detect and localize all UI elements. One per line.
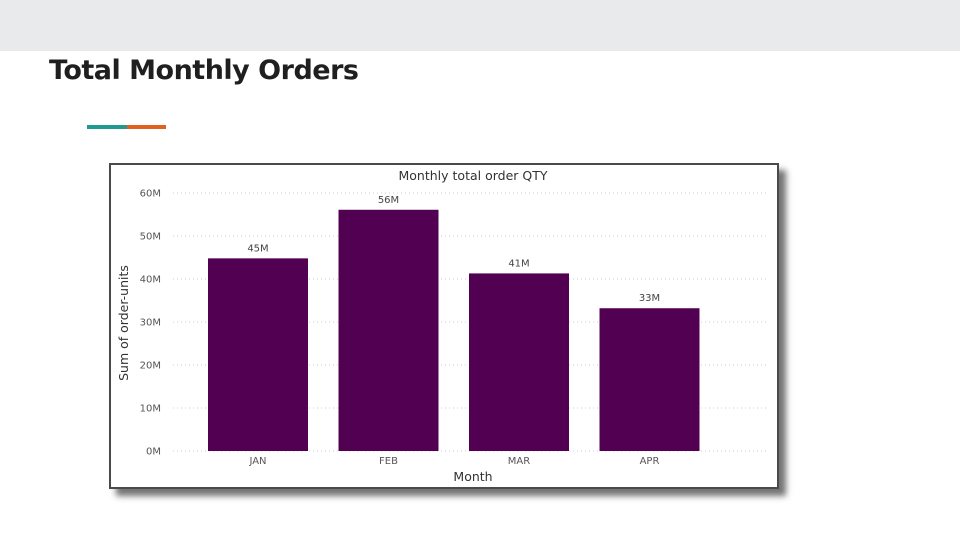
accent-line-orange (127, 125, 166, 129)
y-tick-label: 0M (146, 447, 161, 458)
y-tick-label: 40M (140, 275, 161, 286)
bar-jan (208, 258, 308, 451)
bar-apr (599, 308, 700, 451)
y-tick-label: 60M (140, 189, 161, 200)
data-label: 56M (378, 195, 399, 206)
chart-title: Monthly total order QTY (399, 168, 548, 183)
data-label: 41M (508, 258, 529, 269)
slide-title: Total Monthly Orders (49, 55, 359, 86)
x-tick-label: FEB (379, 456, 398, 467)
bar-feb (338, 209, 439, 451)
x-axis-label: Month (453, 469, 492, 484)
y-tick-label: 50M (140, 232, 161, 243)
data-label: 45M (247, 243, 268, 254)
chart-frame: 0M 10M 20M 30M 40M 50M 60M 45M JAN 56M FEB 41M MAR 33… (109, 163, 779, 489)
bars (208, 209, 700, 451)
x-tick-label: APR (640, 456, 660, 467)
y-axis-label: Sum of order-units (116, 265, 131, 381)
x-tick-label: MAR (508, 456, 530, 467)
y-tick-label: 30M (140, 318, 161, 329)
header-band (0, 0, 960, 51)
data-label: 33M (639, 293, 660, 304)
x-tick-label: JAN (248, 456, 266, 467)
bar-chart: 0M 10M 20M 30M 40M 50M 60M 45M JAN 56M FEB 41M MAR 33… (116, 168, 766, 484)
accent-line-teal (87, 125, 127, 129)
y-tick-label: 20M (140, 361, 161, 372)
bar-mar (469, 273, 569, 451)
y-tick-label: 10M (140, 404, 161, 415)
